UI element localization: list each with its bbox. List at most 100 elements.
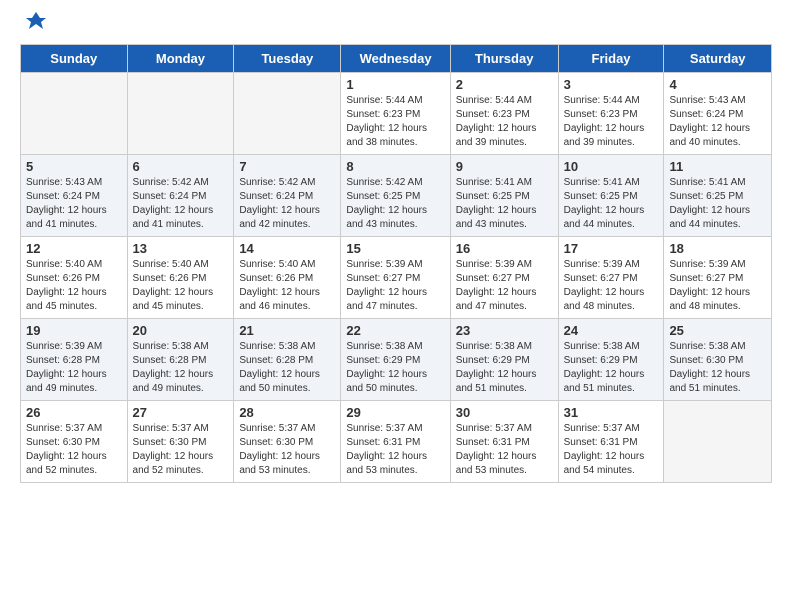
- day-info: Sunrise: 5:38 AM Sunset: 6:28 PM Dayligh…: [239, 340, 335, 396]
- calendar-cell: 11 Sunrise: 5:41 AM Sunset: 6:25 PM Dayli…: [664, 155, 772, 237]
- day-info: Sunrise: 5:44 AM Sunset: 6:23 PM Dayligh…: [456, 94, 553, 150]
- day-number: 19: [26, 323, 122, 338]
- calendar-week-row: 12Sunrise: 5:40 AM Sunset: 6:26 PM Dayli…: [21, 237, 772, 319]
- day-info: Sunrise: 5:41 AM Sunset: 6:25 PM Dayligh…: [564, 176, 659, 232]
- calendar-cell: 24 Sunrise: 5:38 AM Sunset: 6:29 PM Dayli…: [558, 319, 664, 401]
- day-number: 22: [346, 323, 444, 338]
- calendar-cell: 27 Sunrise: 5:37 AM Sunset: 6:30 PM Dayli…: [127, 401, 234, 483]
- day-of-week-header: Saturday: [664, 45, 772, 73]
- day-number: 7: [239, 159, 335, 174]
- day-info: Sunrise: 5:40 AM Sunset: 6:26 PM Dayligh…: [133, 258, 229, 314]
- calendar-cell: 28 Sunrise: 5:37 AM Sunset: 6:30 PM Dayli…: [234, 401, 341, 483]
- day-number: 27: [133, 405, 229, 420]
- day-number: 17: [564, 241, 659, 256]
- calendar-cell: [21, 73, 128, 155]
- day-info: Sunrise: 5:44 AM Sunset: 6:23 PM Dayligh…: [346, 94, 444, 150]
- day-number: 16: [456, 241, 553, 256]
- day-info: Sunrise: 5:41 AM Sunset: 6:25 PM Dayligh…: [456, 176, 553, 232]
- day-number: 18: [669, 241, 766, 256]
- calendar-cell: 22 Sunrise: 5:38 AM Sunset: 6:29 PM Dayli…: [341, 319, 450, 401]
- day-number: 20: [133, 323, 229, 338]
- calendar-cell: 16 Sunrise: 5:39 AM Sunset: 6:27 PM Dayli…: [450, 237, 558, 319]
- calendar-cell: 5Sunrise: 5:43 AM Sunset: 6:24 PM Daylig…: [21, 155, 128, 237]
- day-info: Sunrise: 5:38 AM Sunset: 6:29 PM Dayligh…: [456, 340, 553, 396]
- day-of-week-header: Sunday: [21, 45, 128, 73]
- day-of-week-header: Tuesday: [234, 45, 341, 73]
- calendar-cell: 9 Sunrise: 5:41 AM Sunset: 6:25 PM Daylig…: [450, 155, 558, 237]
- calendar: SundayMondayTuesdayWednesdayThursdayFrid…: [20, 44, 772, 483]
- day-info: Sunrise: 5:41 AM Sunset: 6:25 PM Dayligh…: [669, 176, 766, 232]
- day-number: 31: [564, 405, 659, 420]
- calendar-cell: 10 Sunrise: 5:41 AM Sunset: 6:25 PM Dayli…: [558, 155, 664, 237]
- day-of-week-header: Wednesday: [341, 45, 450, 73]
- calendar-cell: 23 Sunrise: 5:38 AM Sunset: 6:29 PM Dayli…: [450, 319, 558, 401]
- day-info: Sunrise: 5:42 AM Sunset: 6:24 PM Dayligh…: [133, 176, 229, 232]
- calendar-week-row: 5Sunrise: 5:43 AM Sunset: 6:24 PM Daylig…: [21, 155, 772, 237]
- calendar-cell: 17 Sunrise: 5:39 AM Sunset: 6:27 PM Dayli…: [558, 237, 664, 319]
- calendar-cell: 12Sunrise: 5:40 AM Sunset: 6:26 PM Dayli…: [21, 237, 128, 319]
- day-info: Sunrise: 5:43 AM Sunset: 6:24 PM Dayligh…: [669, 94, 766, 150]
- calendar-week-row: 1 Sunrise: 5:44 AM Sunset: 6:23 PM Daylig…: [21, 73, 772, 155]
- day-info: Sunrise: 5:40 AM Sunset: 6:26 PM Dayligh…: [26, 258, 122, 314]
- logo-icon: [24, 10, 48, 34]
- day-number: 28: [239, 405, 335, 420]
- day-of-week-header: Friday: [558, 45, 664, 73]
- day-info: Sunrise: 5:44 AM Sunset: 6:23 PM Dayligh…: [564, 94, 659, 150]
- day-info: Sunrise: 5:38 AM Sunset: 6:30 PM Dayligh…: [669, 340, 766, 396]
- day-number: 8: [346, 159, 444, 174]
- day-info: Sunrise: 5:38 AM Sunset: 6:28 PM Dayligh…: [133, 340, 229, 396]
- day-info: Sunrise: 5:39 AM Sunset: 6:27 PM Dayligh…: [669, 258, 766, 314]
- calendar-cell: 25 Sunrise: 5:38 AM Sunset: 6:30 PM Dayli…: [664, 319, 772, 401]
- calendar-header-row: SundayMondayTuesdayWednesdayThursdayFrid…: [21, 45, 772, 73]
- day-number: 2: [456, 77, 553, 92]
- day-info: Sunrise: 5:42 AM Sunset: 6:25 PM Dayligh…: [346, 176, 444, 232]
- day-number: 26: [26, 405, 122, 420]
- day-info: Sunrise: 5:39 AM Sunset: 6:27 PM Dayligh…: [346, 258, 444, 314]
- day-number: 24: [564, 323, 659, 338]
- calendar-cell: 20 Sunrise: 5:38 AM Sunset: 6:28 PM Dayli…: [127, 319, 234, 401]
- day-info: Sunrise: 5:40 AM Sunset: 6:26 PM Dayligh…: [239, 258, 335, 314]
- day-number: 11: [669, 159, 766, 174]
- calendar-cell: 26 Sunrise: 5:37 AM Sunset: 6:30 PM Dayli…: [21, 401, 128, 483]
- calendar-cell: 3 Sunrise: 5:44 AM Sunset: 6:23 PM Daylig…: [558, 73, 664, 155]
- day-number: 9: [456, 159, 553, 174]
- day-info: Sunrise: 5:38 AM Sunset: 6:29 PM Dayligh…: [564, 340, 659, 396]
- day-info: Sunrise: 5:37 AM Sunset: 6:31 PM Dayligh…: [346, 422, 444, 478]
- day-info: Sunrise: 5:37 AM Sunset: 6:30 PM Dayligh…: [133, 422, 229, 478]
- day-info: Sunrise: 5:39 AM Sunset: 6:27 PM Dayligh…: [564, 258, 659, 314]
- calendar-week-row: 19 Sunrise: 5:39 AM Sunset: 6:28 PM Dayli…: [21, 319, 772, 401]
- calendar-cell: 29Sunrise: 5:37 AM Sunset: 6:31 PM Dayli…: [341, 401, 450, 483]
- calendar-cell: 13 Sunrise: 5:40 AM Sunset: 6:26 PM Dayli…: [127, 237, 234, 319]
- calendar-cell: 18 Sunrise: 5:39 AM Sunset: 6:27 PM Dayli…: [664, 237, 772, 319]
- day-number: 21: [239, 323, 335, 338]
- calendar-cell: 19 Sunrise: 5:39 AM Sunset: 6:28 PM Dayli…: [21, 319, 128, 401]
- day-info: Sunrise: 5:39 AM Sunset: 6:27 PM Dayligh…: [456, 258, 553, 314]
- day-number: 14: [239, 241, 335, 256]
- calendar-cell: 30Sunrise: 5:37 AM Sunset: 6:31 PM Dayli…: [450, 401, 558, 483]
- calendar-cell: 4Sunrise: 5:43 AM Sunset: 6:24 PM Daylig…: [664, 73, 772, 155]
- day-info: Sunrise: 5:38 AM Sunset: 6:29 PM Dayligh…: [346, 340, 444, 396]
- calendar-week-row: 26 Sunrise: 5:37 AM Sunset: 6:30 PM Dayli…: [21, 401, 772, 483]
- day-info: Sunrise: 5:37 AM Sunset: 6:31 PM Dayligh…: [456, 422, 553, 478]
- logo: [20, 20, 48, 34]
- day-number: 3: [564, 77, 659, 92]
- day-info: Sunrise: 5:37 AM Sunset: 6:30 PM Dayligh…: [26, 422, 122, 478]
- day-number: 1: [346, 77, 444, 92]
- day-info: Sunrise: 5:37 AM Sunset: 6:31 PM Dayligh…: [564, 422, 659, 478]
- day-number: 10: [564, 159, 659, 174]
- day-number: 23: [456, 323, 553, 338]
- day-of-week-header: Monday: [127, 45, 234, 73]
- calendar-cell: 14 Sunrise: 5:40 AM Sunset: 6:26 PM Dayli…: [234, 237, 341, 319]
- calendar-cell: 6Sunrise: 5:42 AM Sunset: 6:24 PM Daylig…: [127, 155, 234, 237]
- calendar-cell: 21 Sunrise: 5:38 AM Sunset: 6:28 PM Dayli…: [234, 319, 341, 401]
- day-info: Sunrise: 5:37 AM Sunset: 6:30 PM Dayligh…: [239, 422, 335, 478]
- calendar-cell: 15 Sunrise: 5:39 AM Sunset: 6:27 PM Dayli…: [341, 237, 450, 319]
- day-of-week-header: Thursday: [450, 45, 558, 73]
- page-header: [20, 20, 772, 34]
- day-number: 25: [669, 323, 766, 338]
- day-info: Sunrise: 5:43 AM Sunset: 6:24 PM Dayligh…: [26, 176, 122, 232]
- day-info: Sunrise: 5:39 AM Sunset: 6:28 PM Dayligh…: [26, 340, 122, 396]
- day-info: Sunrise: 5:42 AM Sunset: 6:24 PM Dayligh…: [239, 176, 335, 232]
- day-number: 13: [133, 241, 229, 256]
- day-number: 15: [346, 241, 444, 256]
